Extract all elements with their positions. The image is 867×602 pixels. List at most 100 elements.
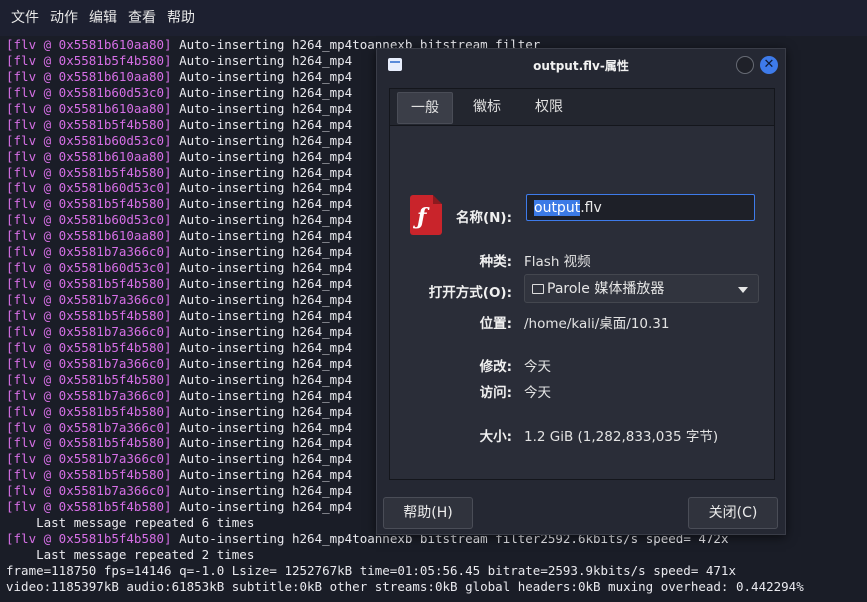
log-message: Auto-inserting h264_mp4	[171, 148, 353, 164]
log-context: [flv @ 0x5581b5f4b580]	[6, 196, 172, 212]
modified-value: 今天	[524, 359, 551, 375]
dialog-titlebar[interactable]: output.flv-属性 ✕	[377, 49, 785, 81]
log-message: Auto-inserting h264_mp4	[171, 467, 353, 483]
log-context: [flv @ 0x5581b610aa80]	[6, 68, 172, 84]
log-message: Auto-inserting h264_mp4	[171, 355, 353, 371]
menu-file[interactable]: 文件	[0, 0, 39, 36]
log-context: [flv @ 0x5581b5f4b580]	[6, 52, 172, 68]
log-message: Auto-inserting h264_mp4	[171, 180, 353, 196]
log-context: [flv @ 0x5581b5f4b580]	[6, 339, 172, 355]
menu-action[interactable]: 动作	[39, 0, 78, 36]
help-button[interactable]: 帮助(H)	[383, 497, 473, 529]
log-message: Auto-inserting h264_mp4	[171, 307, 353, 323]
log-context: [flv @ 0x5581b60d53c0]	[6, 260, 172, 276]
log-message: Auto-inserting h264_mp4	[171, 100, 353, 116]
log-context: [flv @ 0x5581b7a366c0]	[6, 483, 172, 499]
log-message: Auto-inserting h264_mp4	[171, 435, 353, 451]
log-message: Auto-inserting h264_mp4	[171, 260, 353, 276]
size-label: 大小:	[479, 429, 512, 445]
log-message: Auto-inserting h264_mp4	[171, 228, 353, 244]
type-value: Flash 视频	[524, 254, 591, 270]
modified-label: 修改:	[479, 359, 512, 375]
log-context: [flv @ 0x5581b610aa80]	[6, 148, 172, 164]
menu-help[interactable]: 帮助	[156, 0, 195, 36]
log-message: Last message repeated 6 times	[6, 515, 255, 531]
tab-general[interactable]: 一般	[397, 92, 453, 124]
log-context: [flv @ 0x5581b5f4b580]	[6, 435, 172, 451]
log-message: Auto-inserting h264_mp4	[171, 323, 353, 339]
log-context: [flv @ 0x5581b7a366c0]	[6, 387, 172, 403]
log-message: Auto-inserting h264_mp4	[171, 276, 353, 292]
log-context: [flv @ 0x5581b5f4b580]	[6, 276, 172, 292]
location-label: 位置:	[479, 316, 512, 332]
log-context: [flv @ 0x5581b7a366c0]	[6, 244, 172, 260]
log-message: Auto-inserting h264_mp4	[171, 419, 353, 435]
tab-permissions[interactable]: 权限	[522, 92, 576, 122]
terminal-line: frame=118750 fps=14146 q=-1.0 Lsize= 125…	[0, 563, 867, 579]
open-with-value: Parole 媒体播放器	[547, 281, 665, 297]
log-message: Auto-inserting h264_mp4	[171, 196, 353, 212]
name-label: 名称(N):	[455, 210, 512, 226]
name-selected-text: output	[534, 200, 581, 216]
log-message: video:1185397kB audio:61853kB subtitle:0…	[6, 578, 804, 594]
log-message: Auto-inserting h264_mp4	[171, 403, 353, 419]
log-context: [flv @ 0x5581b5f4b580]	[6, 307, 172, 323]
log-message: Auto-inserting h264_mp4	[171, 244, 353, 260]
log-message: Auto-inserting h264_mp4	[171, 164, 353, 180]
tab-bar: 一般 徽标 权限	[390, 89, 774, 126]
log-message: Auto-inserting h264_mp4	[171, 339, 353, 355]
accessed-label: 访问:	[479, 385, 512, 401]
log-message: frame=118750 fps=14146 q=-1.0 Lsize= 125…	[6, 562, 736, 578]
open-with-label: 打开方式(O):	[428, 285, 512, 301]
name-input[interactable]: output.flv	[526, 194, 755, 221]
terminal-line: video:1185397kB audio:61853kB subtitle:0…	[0, 579, 867, 595]
log-context: [flv @ 0x5581b5f4b580]	[6, 531, 172, 547]
log-context: [flv @ 0x5581b5f4b580]	[6, 116, 172, 132]
log-message: Auto-inserting h264_mp4	[171, 132, 353, 148]
terminal-line: Last message repeated 2 times	[0, 547, 867, 563]
properties-dialog: output.flv-属性 ✕ 一般 徽标 权限 ƒ 名称(N): output…	[376, 48, 786, 535]
type-label: 种类:	[479, 254, 512, 270]
media-player-icon	[532, 284, 544, 294]
close-button[interactable]: 关闭(C)	[688, 497, 778, 529]
log-message: Auto-inserting h264_mp4	[171, 292, 353, 307]
log-context: [flv @ 0x5581b60d53c0]	[6, 212, 172, 228]
log-context: [flv @ 0x5581b7a366c0]	[6, 292, 172, 307]
log-message: Auto-inserting h264_mp4	[171, 483, 353, 499]
log-context: [flv @ 0x5581b7a366c0]	[6, 451, 172, 467]
location-value: /home/kali/桌面/10.31	[524, 316, 670, 332]
close-window-button[interactable]: ✕	[760, 56, 778, 74]
log-context: [flv @ 0x5581b7a366c0]	[6, 419, 172, 435]
open-with-select[interactable]: Parole 媒体播放器	[524, 274, 759, 303]
log-context: [flv @ 0x5581b60d53c0]	[6, 180, 172, 196]
minimize-button[interactable]	[736, 56, 754, 74]
log-message: Auto-inserting h264_mp4	[171, 68, 353, 84]
log-message: Auto-inserting h264_mp4	[171, 451, 353, 467]
log-context: [flv @ 0x5581b5f4b580]	[6, 467, 172, 483]
log-message: Auto-inserting h264_mp4	[171, 212, 353, 228]
log-message: Auto-inserting h264_mp4	[171, 499, 353, 515]
size-value: 1.2 GiB (1,282,833,035 字节)	[524, 429, 719, 445]
log-context: [flv @ 0x5581b60d53c0]	[6, 84, 172, 100]
accessed-value: 今天	[524, 385, 551, 401]
log-context: [flv @ 0x5581b7a366c0]	[6, 355, 172, 371]
log-context: [flv @ 0x5581b7a366c0]	[6, 323, 172, 339]
log-context: [flv @ 0x5581b610aa80]	[6, 228, 172, 244]
log-context: [flv @ 0x5581b60d53c0]	[6, 132, 172, 148]
chevron-down-icon	[738, 287, 748, 293]
tab-emblems[interactable]: 徽标	[460, 92, 514, 122]
log-message: Auto-inserting h264_mp4	[171, 116, 353, 132]
menu-edit[interactable]: 编辑	[78, 0, 117, 36]
log-message: Auto-inserting h264_mp4	[171, 371, 353, 387]
menu-view[interactable]: 查看	[117, 0, 156, 36]
log-context: [flv @ 0x5581b610aa80]	[6, 100, 172, 116]
log-message: Auto-inserting h264_mp4	[171, 387, 353, 403]
log-context: [flv @ 0x5581b5f4b580]	[6, 499, 172, 515]
log-context: [flv @ 0x5581b5f4b580]	[6, 164, 172, 180]
log-context: [flv @ 0x5581b610aa80]	[6, 37, 172, 52]
log-context: [flv @ 0x5581b5f4b580]	[6, 403, 172, 419]
menu-bar: 文件 动作 编辑 查看 帮助	[0, 0, 867, 36]
dialog-title: output.flv-属性	[533, 59, 629, 73]
log-message: Auto-inserting h264_mp4	[171, 52, 353, 68]
log-message: Auto-inserting h264_mp4	[171, 84, 353, 100]
